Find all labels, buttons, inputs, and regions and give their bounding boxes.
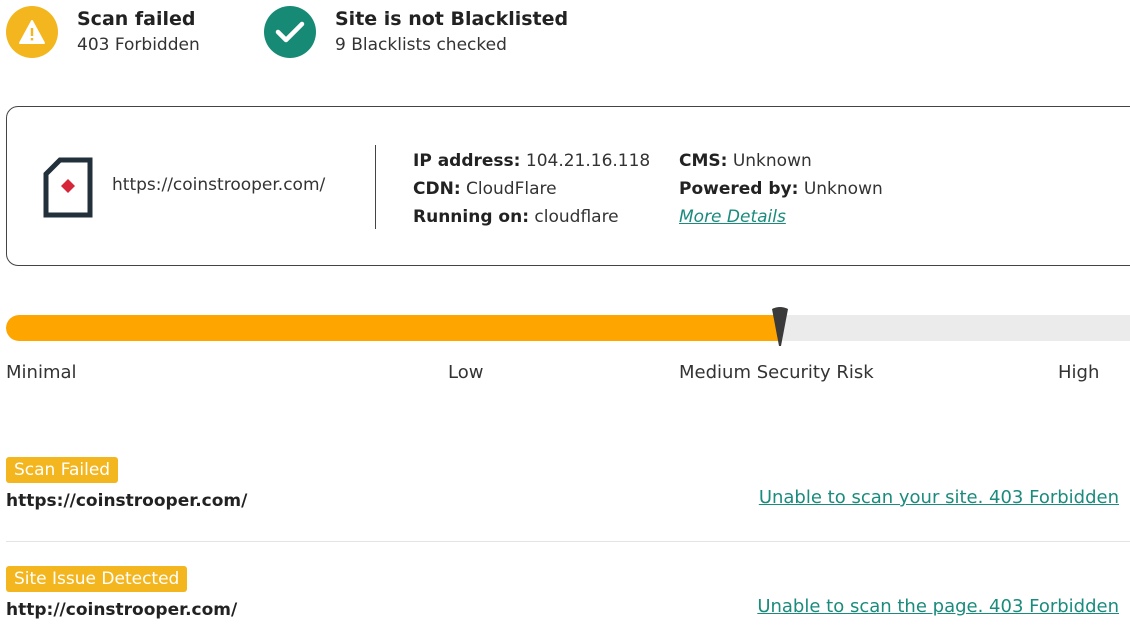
ip-address-label: IP address: — [413, 151, 521, 171]
cdn-label: CDN: — [413, 179, 461, 199]
risk-label-minimal: Minimal — [6, 362, 77, 383]
risk-meter-fill — [6, 315, 778, 341]
running-on-label: Running on: — [413, 207, 529, 227]
issue-badge: Scan Failed — [6, 457, 119, 483]
scan-status-subtitle: 403 Forbidden — [77, 35, 200, 55]
issue-item: Site Issue Detected http://coinstrooper.… — [6, 566, 1130, 620]
issue-badge: Site Issue Detected — [6, 566, 188, 592]
blacklist-status-subtitle: 9 Blacklists checked — [335, 35, 507, 55]
cms-label: CMS: — [679, 151, 728, 171]
risk-label-medium: Medium Security Risk — [679, 362, 874, 383]
blacklist-status: Site is not Blacklisted 9 Blacklists che… — [264, 6, 568, 58]
running-on-row: Running on: cloudflare — [413, 203, 650, 231]
risk-meter — [6, 315, 1130, 341]
scan-status: Scan failed 403 Forbidden — [6, 6, 200, 58]
more-details-link[interactable]: More Details — [679, 207, 786, 227]
cms-value: Unknown — [732, 151, 812, 171]
cms-row: CMS: Unknown — [679, 147, 883, 175]
issue-divider — [6, 541, 1130, 542]
site-diamond-icon — [43, 157, 95, 223]
issue-item: Scan Failed https://coinstrooper.com/ Un… — [6, 457, 1130, 511]
ip-address-value: 104.21.16.118 — [525, 151, 651, 171]
site-url: https://coinstrooper.com/ — [112, 175, 326, 195]
risk-needle-icon — [770, 306, 790, 352]
issue-message-link[interactable]: Unable to scan the page. 403 Forbidden — [757, 596, 1119, 617]
blacklist-status-title: Site is not Blacklisted — [335, 8, 569, 30]
software-info: CMS: Unknown Powered by: Unknown More De… — [679, 147, 883, 231]
server-info: IP address: 104.21.16.118 CDN: CloudFlar… — [413, 147, 650, 231]
warning-icon — [6, 6, 58, 58]
powered-by-value: Unknown — [803, 179, 883, 199]
running-on-value: cloudflare — [534, 207, 619, 227]
sitecheck-results: Scan failed 403 Forbidden Site is not Bl… — [0, 0, 1130, 634]
powered-by-row: Powered by: Unknown — [679, 175, 883, 203]
risk-label-low: Low — [448, 362, 484, 383]
card-divider — [375, 145, 376, 229]
ip-address-row: IP address: 104.21.16.118 — [413, 147, 650, 175]
site-info-card: https://coinstrooper.com/ IP address: 10… — [6, 106, 1130, 266]
cdn-value: CloudFlare — [466, 179, 557, 199]
issue-message-link[interactable]: Unable to scan your site. 403 Forbidden — [759, 487, 1119, 508]
powered-by-label: Powered by: — [679, 179, 799, 199]
scan-status-title: Scan failed — [77, 8, 196, 30]
check-icon — [264, 6, 316, 58]
risk-label-high: High — [1058, 362, 1100, 383]
cdn-row: CDN: CloudFlare — [413, 175, 650, 203]
